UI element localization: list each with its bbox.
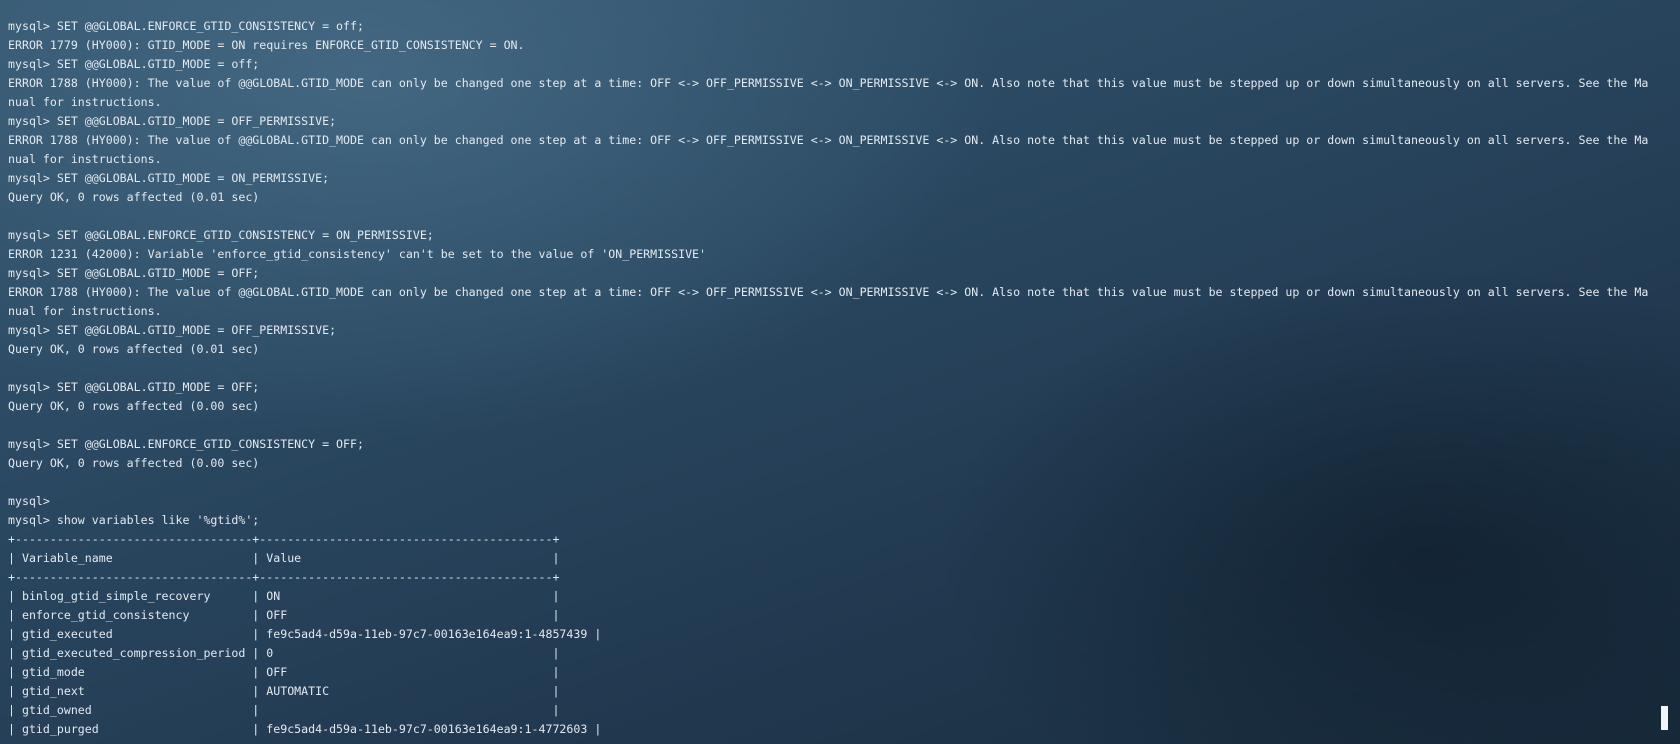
terminal-line: mysql> (8, 494, 50, 508)
terminal-line: mysql> SET @@GLOBAL.ENFORCE_GTID_CONSIST… (8, 19, 364, 33)
terminal-line: mysql> SET @@GLOBAL.ENFORCE_GTID_CONSIST… (8, 228, 434, 242)
terminal-line: | enforce_gtid_consistency | OFF | (8, 608, 560, 622)
terminal-line: mysql> SET @@GLOBAL.GTID_MODE = OFF_PERM… (8, 114, 337, 128)
terminal-line: nual for instructions. (8, 152, 162, 166)
terminal-output[interactable]: mysql> SET @@GLOBAL.ENFORCE_GTID_CONSIST… (8, 17, 1668, 744)
terminal-line: | gtid_purged | fe9c5ad4-d59a-11eb-97c7-… (8, 722, 602, 736)
terminal-line: Query OK, 0 rows affected (0.01 sec) (8, 190, 260, 204)
terminal-cursor (1661, 706, 1668, 730)
terminal-line: mysql> SET @@GLOBAL.GTID_MODE = OFF; (8, 380, 260, 394)
terminal-line: ERROR 1788 (HY000): The value of @@GLOBA… (8, 133, 1649, 147)
terminal-line: Query OK, 0 rows affected (0.00 sec) (8, 399, 260, 413)
terminal-line: mysql> show variables like '%gtid%'; (8, 513, 260, 527)
terminal-line: nual for instructions. (8, 95, 162, 109)
terminal-line: | gtid_next | AUTOMATIC | (8, 684, 560, 698)
terminal-line: mysql> SET @@GLOBAL.GTID_MODE = ON_PERMI… (8, 171, 330, 185)
terminal-line: +----------------------------------+----… (8, 570, 560, 584)
terminal-line: | binlog_gtid_simple_recovery | ON | (8, 589, 560, 603)
terminal-line: | gtid_executed | fe9c5ad4-d59a-11eb-97c… (8, 627, 602, 641)
terminal-line: +----------------------------------+----… (8, 532, 560, 546)
terminal-line: ERROR 1788 (HY000): The value of @@GLOBA… (8, 285, 1649, 299)
terminal-line: | gtid_executed_compression_period | 0 | (8, 646, 560, 660)
terminal-line: mysql> SET @@GLOBAL.GTID_MODE = OFF_PERM… (8, 323, 337, 337)
terminal-line: ERROR 1231 (42000): Variable 'enforce_gt… (8, 247, 707, 261)
terminal-line: | gtid_mode | OFF | (8, 665, 560, 679)
terminal-line: Query OK, 0 rows affected (0.01 sec) (8, 342, 260, 356)
terminal-line: mysql> SET @@GLOBAL.ENFORCE_GTID_CONSIST… (8, 437, 364, 451)
terminal-line: ERROR 1788 (HY000): The value of @@GLOBA… (8, 76, 1649, 90)
terminal-line: | Variable_name | Value | (8, 551, 560, 565)
terminal-line: nual for instructions. (8, 304, 162, 318)
terminal-line: mysql> SET @@GLOBAL.GTID_MODE = OFF; (8, 266, 260, 280)
terminal-line: Query OK, 0 rows affected (0.00 sec) (8, 456, 260, 470)
terminal-line: ERROR 1779 (HY000): GTID_MODE = ON requi… (8, 38, 525, 52)
terminal-line: | gtid_owned | | (8, 703, 560, 717)
terminal-line: mysql> SET @@GLOBAL.GTID_MODE = off; (8, 57, 260, 71)
